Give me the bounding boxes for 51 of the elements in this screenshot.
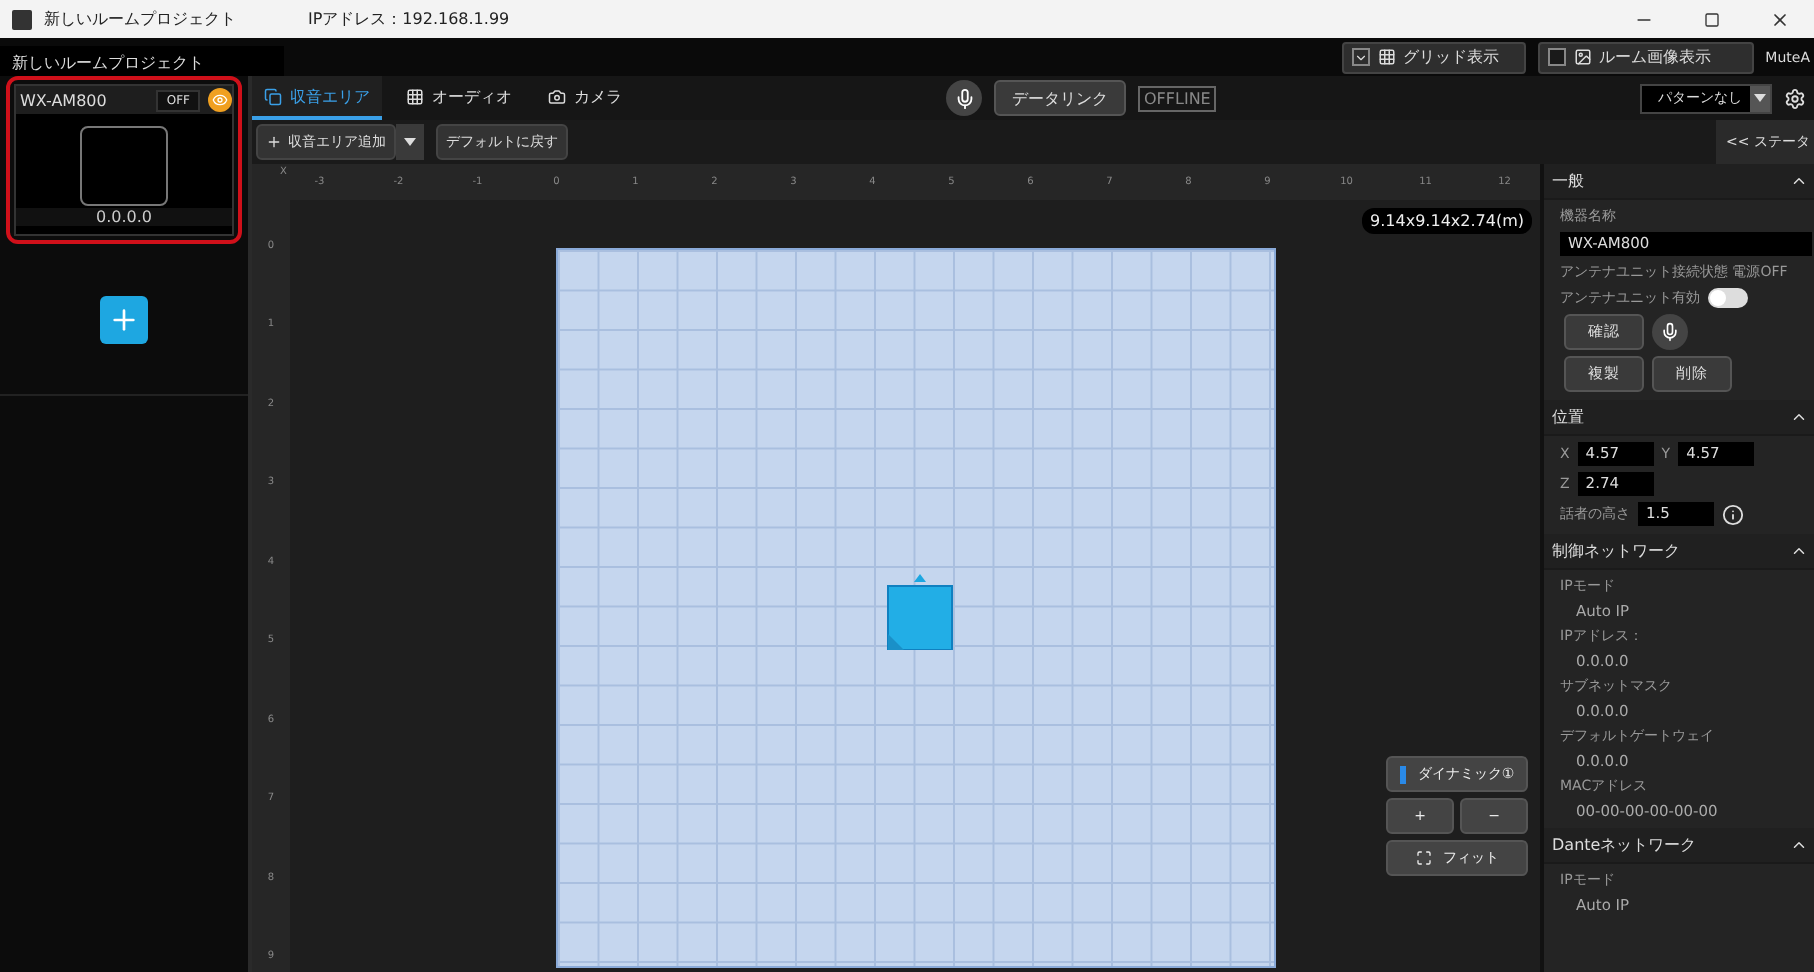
info-icon[interactable] [1722,503,1744,525]
device-ip: 0.0.0.0 [16,208,232,226]
tab[interactable]: 収音エリア [252,76,382,120]
close-icon [1770,9,1790,29]
section-title: Danteネットワーク [1552,834,1697,856]
app-icon [12,9,32,29]
window-title: 新しいルームプロジェクト [44,8,236,30]
plus-icon [108,303,140,335]
ip-address: IPアドレス：192.168.1.99 [308,8,510,30]
area-icon [264,87,282,105]
section-header[interactable]: 制御ネットワーク [1544,534,1814,570]
data-link-button[interactable]: データリンク [994,80,1126,116]
maximize-icon [1704,11,1720,27]
microphone-icon [1660,322,1680,342]
image-icon [1573,48,1592,66]
grid-icon [1377,48,1396,66]
camera-icon [548,87,566,105]
chevron-up-icon [1790,172,1808,190]
tab[interactable]: オーディオ [394,76,524,120]
section-header[interactable]: 位置 [1544,400,1814,436]
checkbox[interactable] [1547,48,1566,66]
fit-icon [1415,850,1431,866]
microphone-button[interactable] [946,80,982,116]
view-toggle[interactable]: ルーム画像表示 [1537,41,1754,73]
view-toggle[interactable]: グリッド表示 [1341,41,1526,73]
device-name: WX-AM800 [20,91,109,109]
microphone-button[interactable] [1652,314,1688,350]
checkbox[interactable] [1351,48,1370,66]
settings-icon[interactable] [1784,87,1806,109]
toggle-switch[interactable] [1708,288,1748,308]
chevron-up-icon [1790,542,1808,560]
section-header[interactable]: Danteネットワーク [1544,828,1814,864]
plus-icon [266,134,282,150]
chevron-up-icon [1790,836,1808,854]
section-title: 制御ネットワーク [1552,540,1680,562]
device-thumbnail [80,126,168,206]
device-icon[interactable] [886,574,954,650]
microphone-icon [953,87,975,109]
caret-icon [1754,94,1766,102]
room-dimensions: 9.14x9.14x2.74(m) [1362,208,1532,234]
caret-icon [404,138,416,146]
dropdown-button[interactable] [396,124,424,160]
eye-icon [208,88,232,112]
tab[interactable]: カメラ [536,76,634,120]
section-title: 位置 [1552,406,1584,428]
section-title: 一般 [1552,170,1584,192]
chevron-up-icon [1790,408,1808,426]
section-header[interactable]: 一般 [1544,164,1814,200]
add-button[interactable] [100,295,148,343]
project-name: 新しいルームプロジェクト [0,45,284,75]
connection-status: OFFLINE [1138,85,1217,111]
